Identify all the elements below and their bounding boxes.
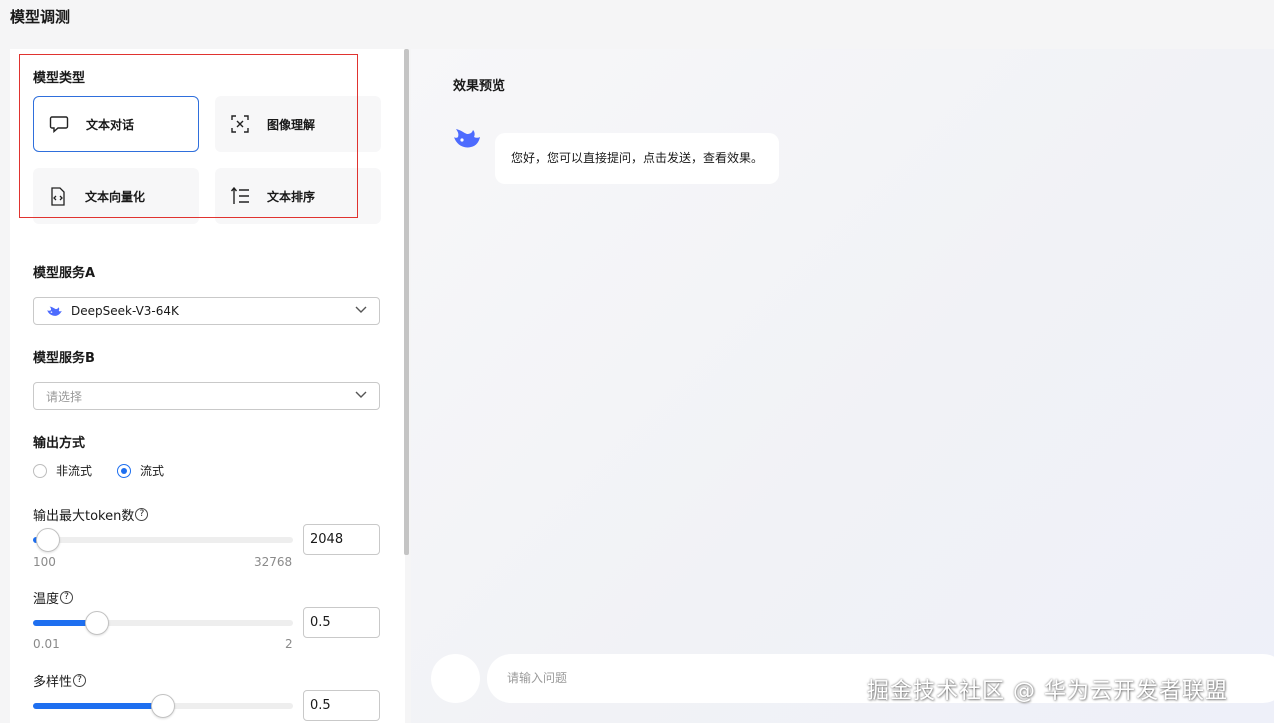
radio-non-streaming[interactable]: 非流式 (33, 462, 92, 479)
help-icon[interactable]: ? (135, 508, 149, 521)
page-title: 模型调测 (10, 8, 71, 26)
max-tokens-label: 输出最大token数? (33, 505, 149, 524)
service-a-value: DeepSeek-V3-64K (71, 304, 179, 318)
temperature-label-text: 温度 (33, 592, 60, 607)
max-tokens-min: 100 (33, 555, 56, 569)
service-b-placeholder: 请选择 (46, 389, 83, 404)
service-a-select[interactable]: DeepSeek-V3-64K (33, 297, 380, 325)
sort-list-icon (229, 185, 251, 207)
temperature-min: 0.01 (33, 637, 60, 651)
type-card-label: 文本对话 (86, 117, 135, 132)
panel-scrollbar[interactable] (404, 49, 409, 555)
help-icon[interactable]: ? (73, 674, 87, 687)
max-tokens-slider[interactable] (33, 528, 293, 552)
radio-circle-checked (117, 463, 131, 478)
deepseek-whale-icon (453, 127, 481, 151)
chat-bubble-icon (48, 113, 70, 135)
help-icon[interactable]: ? (60, 591, 74, 604)
image-scan-icon (229, 113, 251, 135)
preview-title: 效果预览 (453, 79, 506, 94)
model-type-label: 模型类型 (33, 71, 86, 86)
temperature-max: 2 (285, 637, 293, 651)
type-card-label: 文本向量化 (85, 189, 146, 204)
chat-action-button[interactable] (431, 654, 480, 703)
radio-label: 非流式 (56, 464, 93, 478)
type-card-text-embedding[interactable]: 文本向量化 (33, 168, 199, 224)
chevron-down-icon (355, 306, 367, 313)
type-card-label: 图像理解 (267, 117, 316, 132)
type-card-text-rerank[interactable]: 文本排序 (215, 168, 381, 224)
service-b-label: 模型服务B (33, 351, 95, 366)
radio-label: 流式 (140, 464, 165, 478)
chevron-down-icon (355, 391, 367, 398)
slider-thumb[interactable] (36, 528, 60, 552)
type-card-label: 文本排序 (267, 189, 316, 204)
bot-message-bubble: 您好，您可以直接提问，点击发送，查看效果。 (495, 133, 779, 184)
temperature-input[interactable]: 0.5 (303, 607, 380, 638)
type-card-text-chat[interactable]: 文本对话 (33, 96, 199, 152)
service-b-select[interactable]: 请选择 (33, 382, 380, 410)
top-p-label: 多样性? (33, 671, 87, 690)
max-tokens-max: 32768 (254, 555, 293, 569)
max-tokens-label-text: 输出最大token数 (33, 509, 135, 524)
type-card-image-understanding[interactable]: 图像理解 (215, 96, 381, 152)
slider-thumb[interactable] (85, 611, 109, 635)
deepseek-whale-icon (46, 305, 63, 318)
code-file-icon (47, 185, 69, 207)
slider-fill (33, 703, 163, 709)
temperature-label: 温度? (33, 588, 74, 607)
output-mode-label: 输出方式 (33, 436, 86, 451)
service-a-label: 模型服务A (33, 266, 96, 281)
max-tokens-input[interactable]: 2048 (303, 524, 380, 555)
top-p-input[interactable]: 0.5 (303, 690, 380, 721)
slider-thumb[interactable] (151, 694, 175, 718)
top-p-slider[interactable] (33, 694, 293, 718)
radio-circle (33, 463, 47, 478)
top-p-label-text: 多样性 (33, 675, 73, 690)
radio-streaming[interactable]: 流式 (117, 462, 164, 479)
watermark: 掘金技术社区 @ 华为云开发者联盟 (867, 679, 1228, 704)
temperature-slider[interactable] (33, 611, 293, 635)
